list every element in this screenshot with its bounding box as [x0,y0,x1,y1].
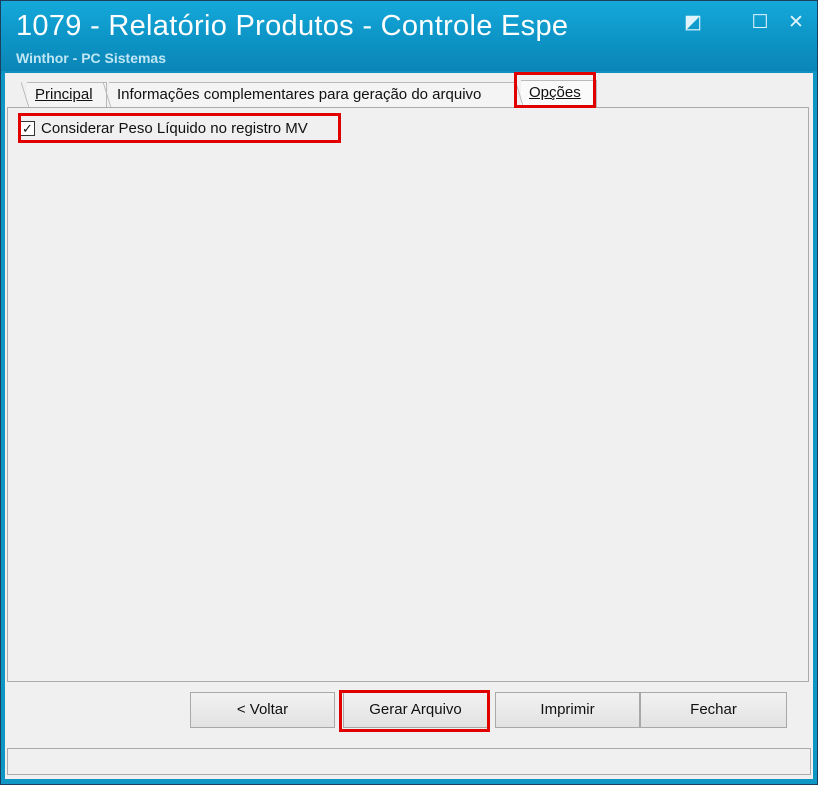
tab-opcoes-label: Opções [529,84,581,101]
close-icon[interactable]: ✕ [785,13,807,33]
accent-line [5,71,813,73]
peso-liquido-checkbox[interactable]: ✓ [20,121,35,136]
maximize-icon[interactable]: ☐ [749,13,771,33]
status-bar [7,748,811,775]
window-title: 1079 - Relatório Produtos - Controle Esp… [16,10,569,42]
options-tab-panel: ✓ Considerar Peso Líquido no registro MV [7,107,809,682]
client-area: Principal Informações complementares par… [5,71,813,779]
title-bar[interactable]: 1079 - Relatório Produtos - Controle Esp… [1,1,817,71]
generate-file-button[interactable]: Gerar Arquivo [343,692,488,728]
tab-opcoes[interactable]: Opções [515,80,597,107]
application-window: 1079 - Relatório Produtos - Controle Esp… [0,0,818,785]
restore-icon[interactable]: ◩ [682,13,704,33]
back-button[interactable]: < Voltar [190,692,335,728]
peso-liquido-label: Considerar Peso Líquido no registro MV [41,120,308,137]
close-button[interactable]: Fechar [640,692,787,728]
tab-strip: Principal Informações complementares par… [5,77,813,108]
tab-informacoes-complementares[interactable]: Informações complementares para geração … [103,82,515,108]
tab-principal-label: Principal [35,86,93,103]
tab-informacoes-label: Informações complementares para geração … [117,86,482,103]
tab-principal[interactable]: Principal [21,82,107,108]
print-button[interactable]: Imprimir [495,692,640,728]
window-subtitle: Winthor - PC Sistemas [16,50,167,66]
